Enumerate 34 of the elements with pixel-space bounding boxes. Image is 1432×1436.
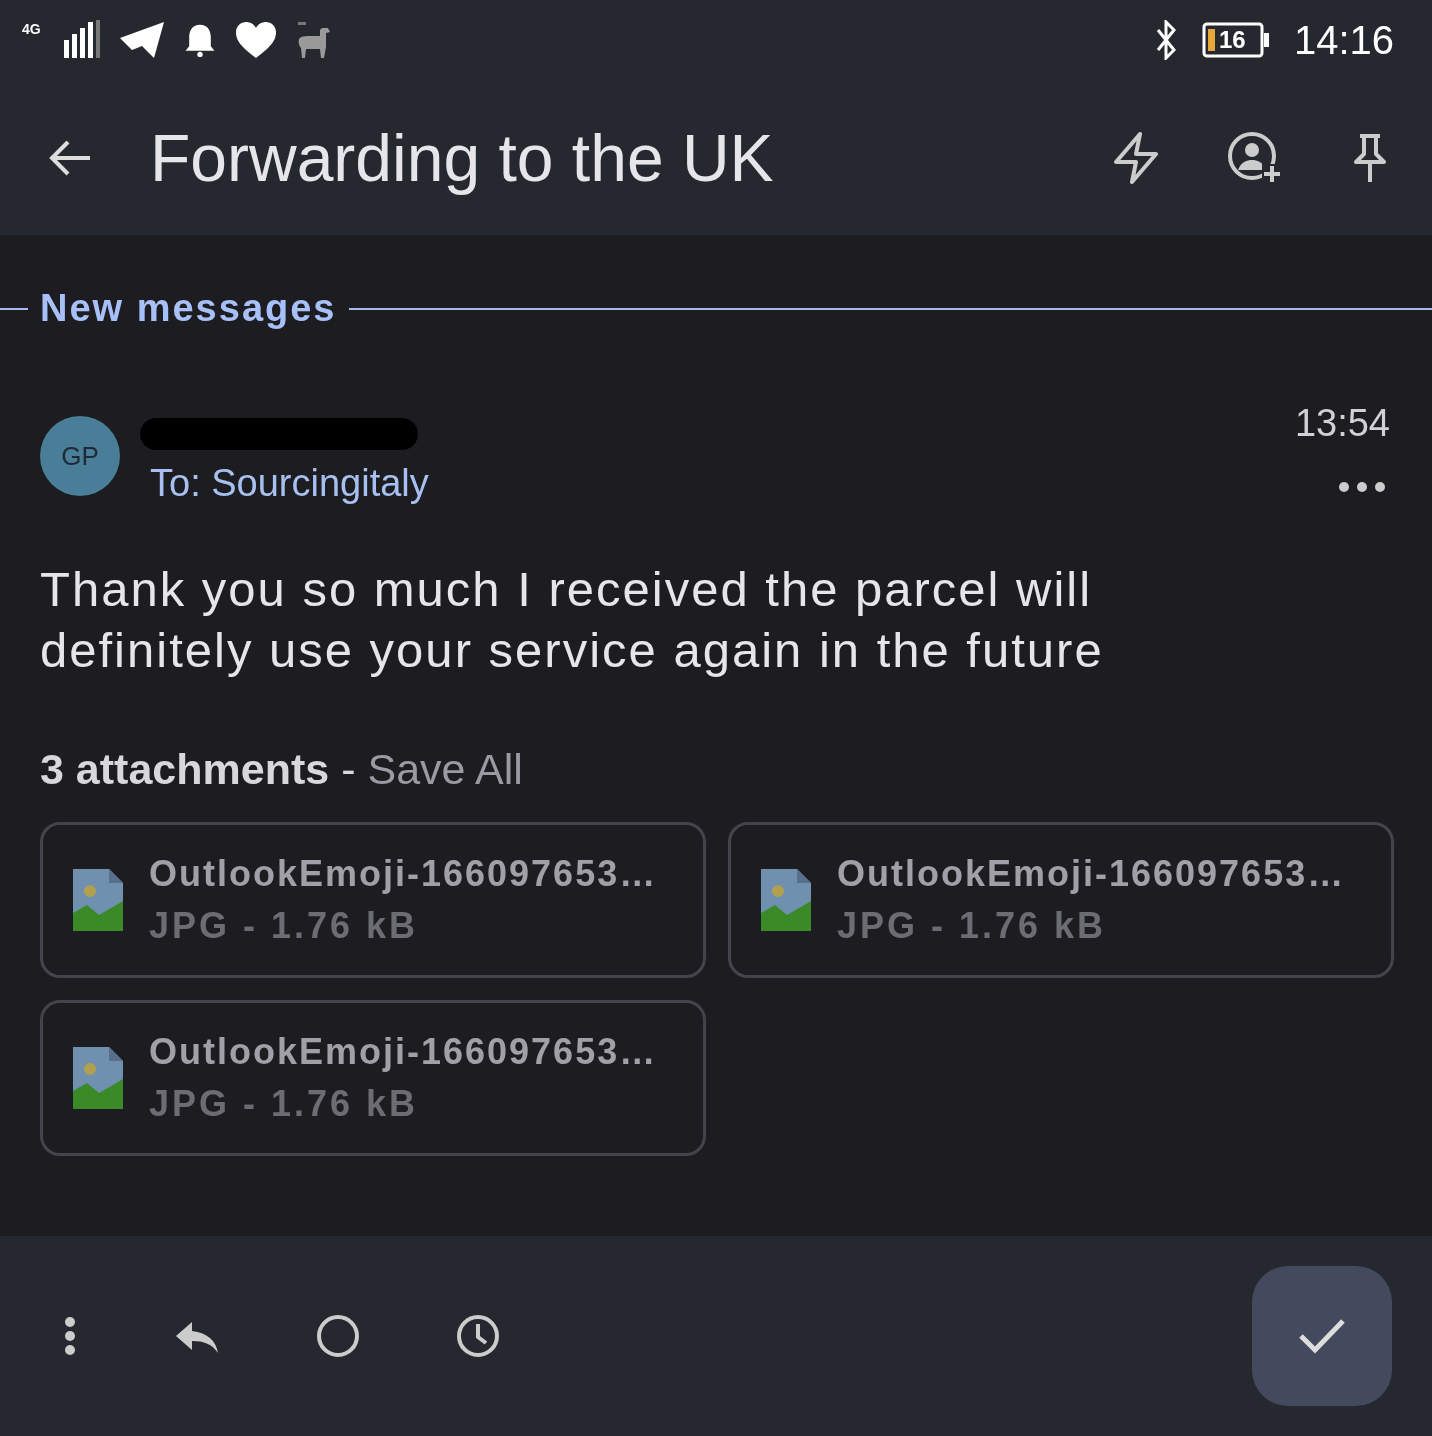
conversation-title: Forwarding to the UK [150, 119, 775, 196]
more-options-icon[interactable] [1338, 481, 1386, 493]
file-info: JPG - 1.76 kB [149, 905, 420, 947]
image-file-icon [761, 867, 811, 933]
signal-icon [62, 20, 102, 60]
attachment-card[interactable]: OutlookEmoji-166097653… JPG - 1.76 kB [40, 822, 706, 978]
avatar: GP [40, 416, 120, 496]
file-info: JPG - 1.76 kB [149, 1083, 420, 1125]
attachment-card[interactable]: OutlookEmoji-166097653… JPG - 1.76 kB [728, 822, 1394, 978]
file-info: JPG - 1.76 kB [837, 905, 1108, 947]
file-name: OutlookEmoji-166097653… [837, 853, 1346, 895]
clock: 14:16 [1293, 17, 1394, 63]
paper-plane-icon [118, 20, 166, 60]
message-time: 13:54 [1294, 402, 1390, 445]
lightning-icon[interactable] [1112, 131, 1160, 184]
image-file-icon [73, 867, 123, 933]
checkmark-icon [1298, 1318, 1346, 1354]
file-name: OutlookEmoji-166097653… [149, 1031, 658, 1073]
file-name: OutlookEmoji-166097653… [149, 853, 658, 895]
battery-percent: 16 [1218, 26, 1246, 54]
battery-icon [1201, 22, 1270, 58]
save-all-link[interactable]: Save All [367, 745, 523, 794]
attachment-card[interactable]: OutlookEmoji-166097653… JPG - 1.76 kB [40, 1000, 706, 1156]
recipient-line[interactable]: To: Sourcingitaly [150, 462, 429, 505]
circle-icon[interactable] [316, 1314, 360, 1358]
separator: - [341, 745, 356, 794]
attachments-count: 3 attachments [40, 745, 330, 794]
image-file-icon [73, 1045, 123, 1111]
clock-icon[interactable] [456, 1314, 500, 1358]
message-body: Thank you so much I received the parcel will definitely use your service again in the future [40, 561, 1105, 679]
new-messages-label: New messages [40, 287, 337, 330]
heart-icon [234, 20, 278, 60]
network-label: 4G [22, 22, 41, 39]
more-vertical-icon[interactable] [64, 1316, 76, 1356]
